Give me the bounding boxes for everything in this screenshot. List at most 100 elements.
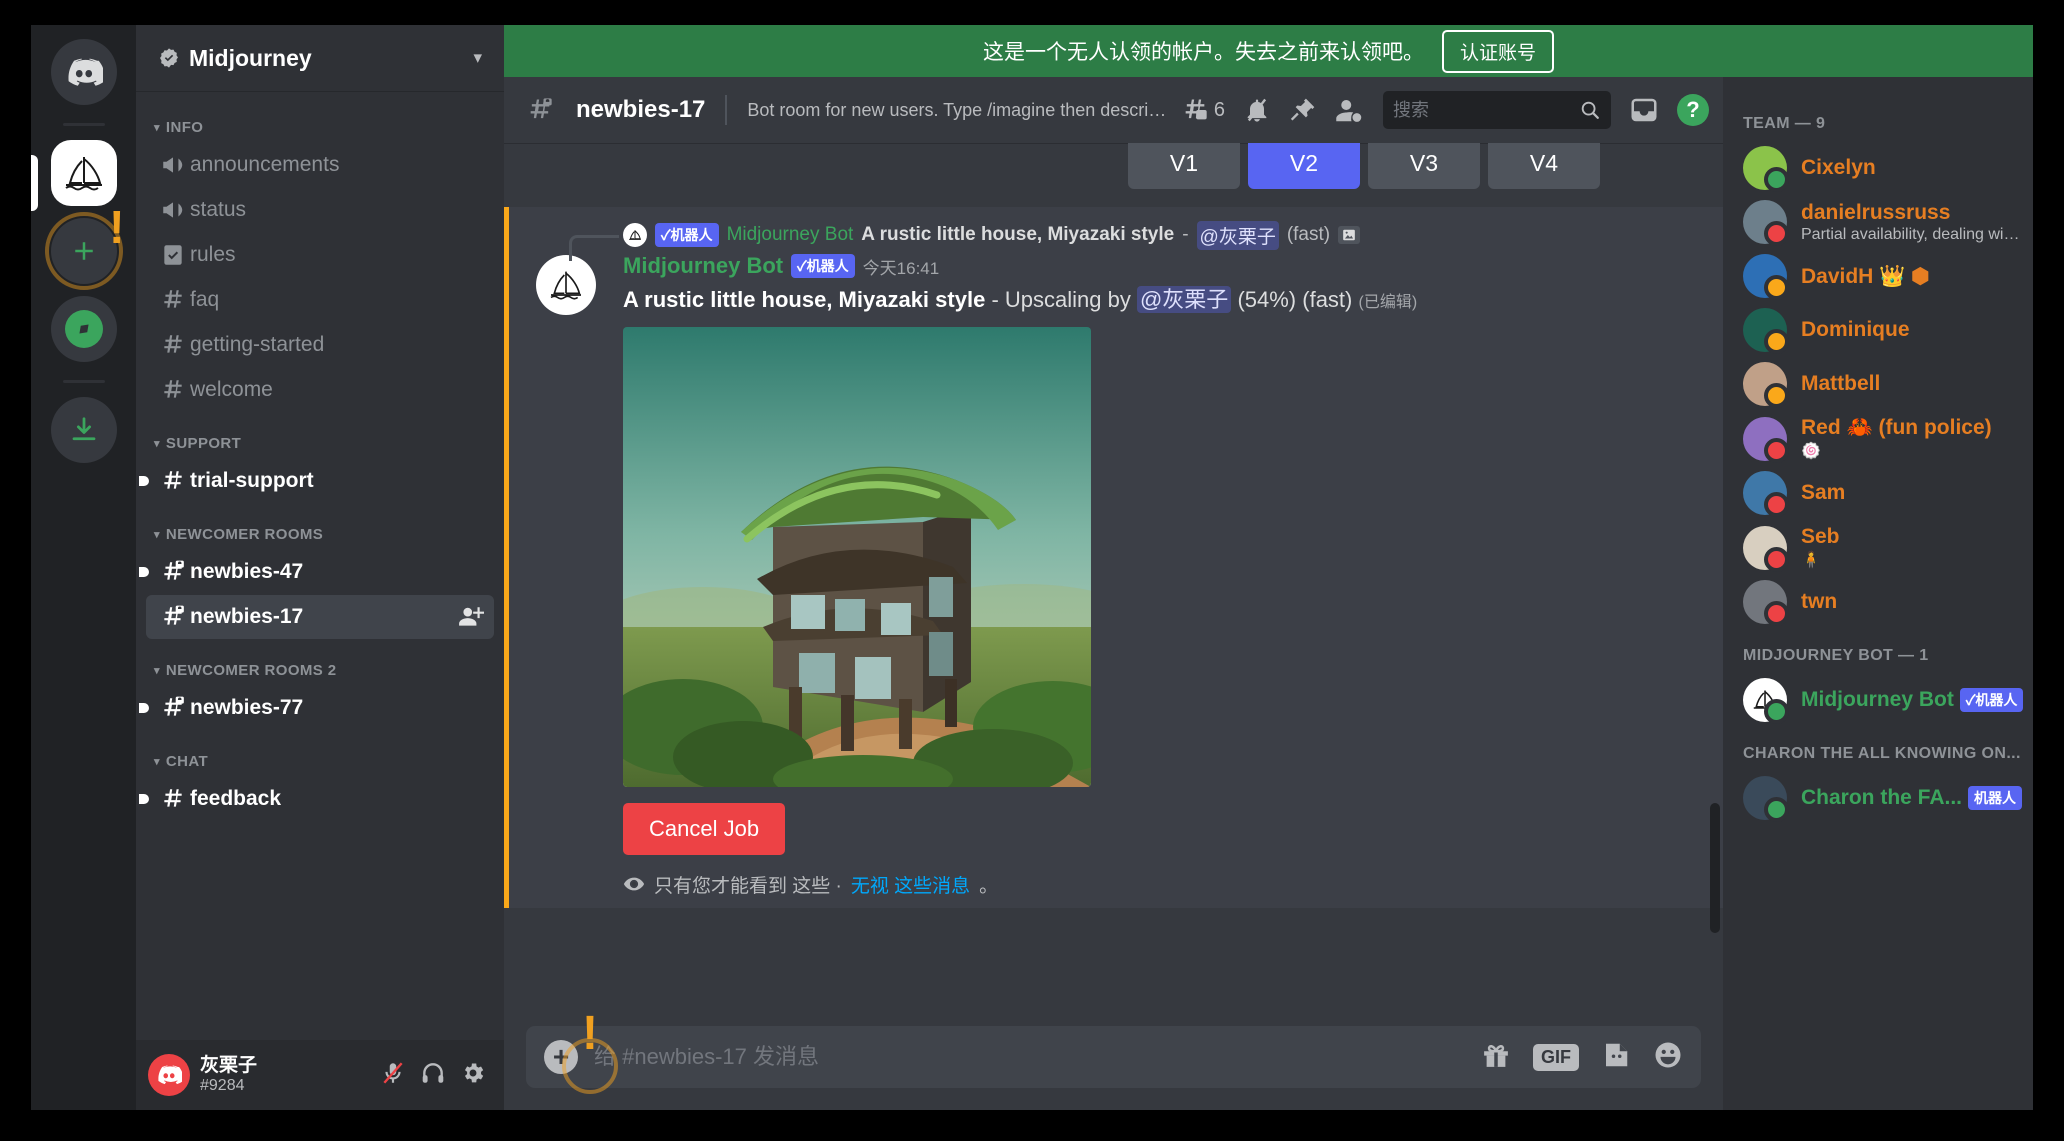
composer-wrap: ! + [504, 1026, 1723, 1110]
channel-name: newbies-17 [190, 605, 303, 629]
variation-button-v2[interactable]: V2 [1248, 143, 1360, 189]
download-apps-button[interactable] [51, 397, 117, 463]
bot-avatar[interactable] [536, 255, 596, 315]
member-list-item[interactable]: danielrussrussPartial availability, deal… [1723, 195, 2033, 249]
chevron-down-icon[interactable]: ▾ [473, 48, 482, 68]
announcement-icon [156, 152, 190, 178]
status-badge [1764, 329, 1789, 354]
chevron-down-icon: ▾ [154, 437, 160, 450]
member-name: Midjourney Bot✓机器人 [1801, 688, 2023, 712]
add-server-button[interactable]: ! [51, 218, 117, 284]
add-member-icon[interactable] [458, 604, 484, 630]
emoji-icon[interactable] [1653, 1040, 1683, 1075]
member-list-item[interactable]: Dominique [1723, 303, 2033, 357]
message-body: Midjourney Bot ✓机器人 今天16:41 A rustic lit… [509, 249, 1723, 898]
member-custom-status: 🧍 [1801, 550, 2023, 570]
ephemeral-prefix: 只有您才能看到 这些 · [654, 871, 842, 898]
search-input[interactable] [1393, 100, 1573, 121]
member-list-item[interactable]: DavidH 👑 ⬢ [1723, 249, 2033, 303]
chat-column: newbies-17 Bot room for new users. Type … [504, 77, 1723, 1110]
gift-icon[interactable] [1481, 1040, 1511, 1075]
sidebar-item-announcements[interactable]: announcements [146, 143, 494, 187]
variation-button-row: V1V2V3V4 [504, 143, 1723, 189]
message-scrollbar[interactable] [1710, 803, 1720, 933]
sidebar-item-trial-support[interactable]: trial-support [146, 459, 494, 503]
member-list-item[interactable]: Cixelyn [1723, 141, 2033, 195]
inbox-icon[interactable] [1629, 95, 1659, 125]
ephemeral-suffix: 。 [979, 871, 998, 898]
mic-muted-icon[interactable] [380, 1060, 406, 1091]
member-list-item[interactable]: Sam [1723, 466, 2033, 520]
server-home-button[interactable] [51, 39, 117, 105]
channel-category-info[interactable]: ▾INFO [136, 97, 504, 142]
member-list-item[interactable]: Midjourney Bot✓机器人 [1723, 673, 2033, 727]
sidebar-item-status[interactable]: status [146, 188, 494, 232]
sidebar-item-feedback[interactable]: feedback [146, 777, 494, 821]
rail-divider-2 [63, 380, 105, 383]
channel-category-newcomer-rooms-2[interactable]: ▾NEWCOMER ROOMS 2 [136, 640, 504, 685]
variation-button-v3[interactable]: V3 [1368, 143, 1480, 189]
sidebar-item-getting-started[interactable]: getting-started [146, 323, 494, 367]
message-input[interactable] [594, 1044, 1465, 1070]
sidebar-item-newbies-77[interactable]: newbies-77 [146, 686, 494, 730]
member-list-item[interactable]: twn [1723, 575, 2033, 629]
claim-account-button[interactable]: 认证账号 [1442, 30, 1554, 73]
channel-category-support[interactable]: ▾SUPPORT [136, 413, 504, 458]
avatar [1743, 146, 1787, 190]
reply-context[interactable]: ✓机器人 Midjourney Bot A rustic little hous… [509, 221, 1723, 249]
member-name: Dominique [1801, 318, 2023, 342]
server-icon-midjourney[interactable] [51, 140, 117, 206]
explore-servers-button[interactable] [51, 296, 117, 362]
status-badge [1764, 797, 1789, 822]
avatar [1743, 254, 1787, 298]
channel-category-chat[interactable]: ▾CHAT [136, 731, 504, 776]
member-list-item[interactable]: Mattbell [1723, 357, 2033, 411]
hash-lock-icon [156, 559, 190, 585]
sidebar-item-welcome[interactable]: welcome [146, 368, 494, 412]
user-panel: 灰栗子 #9284 [136, 1040, 504, 1110]
settings-gear-icon[interactable] [460, 1060, 486, 1091]
headphones-icon[interactable] [420, 1060, 446, 1091]
member-list-item[interactable]: Red 🦀 (fun police)🍥 [1723, 411, 2033, 466]
unread-indicator [139, 476, 149, 486]
sidebar-item-newbies-17[interactable]: newbies-17 [146, 595, 494, 639]
sticker-icon[interactable] [1601, 1040, 1631, 1075]
user-avatar[interactable] [148, 1054, 190, 1096]
avatar [1743, 526, 1787, 570]
gif-button[interactable]: GIF [1533, 1044, 1579, 1071]
dismiss-messages-link[interactable]: 无视 这些消息 [851, 871, 970, 898]
sidebar-item-rules[interactable]: rules [146, 233, 494, 277]
avatar [1743, 200, 1787, 244]
bot-tag: ✓机器人 [791, 254, 855, 278]
notification-off-icon[interactable] [1243, 96, 1271, 124]
status-badge [1764, 699, 1789, 724]
channel-category-newcomer-rooms[interactable]: ▾NEWCOMER ROOMS [136, 504, 504, 549]
variation-button-v4[interactable]: V4 [1488, 143, 1600, 189]
search-box[interactable] [1383, 91, 1611, 129]
attach-file-button[interactable]: + [544, 1040, 578, 1074]
member-list-item[interactable]: Seb🧍 [1723, 520, 2033, 575]
help-button[interactable]: ? [1677, 94, 1709, 126]
message-author[interactable]: Midjourney Bot [623, 253, 783, 279]
guild-header[interactable]: Midjourney ▾ [136, 25, 504, 91]
bot-message-group: ✓机器人 Midjourney Bot A rustic little hous… [504, 207, 1723, 908]
message-composer[interactable]: + GIF [526, 1026, 1701, 1088]
member-name: Charon the FA...机器人 [1801, 786, 2023, 810]
channel-header: newbies-17 Bot room for new users. Type … [504, 77, 1723, 143]
generated-image[interactable] [623, 327, 1091, 787]
user-controls [380, 1060, 492, 1091]
sidebar-item-faq[interactable]: faq [146, 278, 494, 322]
reply-mention[interactable]: @灰栗子 [1197, 221, 1279, 250]
category-label: NEWCOMER ROOMS 2 [166, 662, 337, 679]
sidebar-item-newbies-47[interactable]: newbies-47 [146, 550, 494, 594]
unclaimed-account-banner: 这是一个无人认领的帐户。失去之前来认领吧。 认证账号 [504, 25, 2033, 77]
cancel-job-button[interactable]: Cancel Job [623, 803, 785, 855]
threads-icon[interactable]: 6 [1181, 96, 1225, 124]
pin-icon[interactable] [1289, 96, 1317, 124]
message-speed: (fast) [1302, 287, 1352, 312]
variation-button-v1[interactable]: V1 [1128, 143, 1240, 189]
category-label: INFO [166, 119, 203, 136]
member-list-item[interactable]: Charon the FA...机器人 [1723, 771, 2033, 825]
message-mention[interactable]: @灰栗子 [1137, 286, 1231, 313]
members-icon[interactable] [1335, 95, 1365, 125]
